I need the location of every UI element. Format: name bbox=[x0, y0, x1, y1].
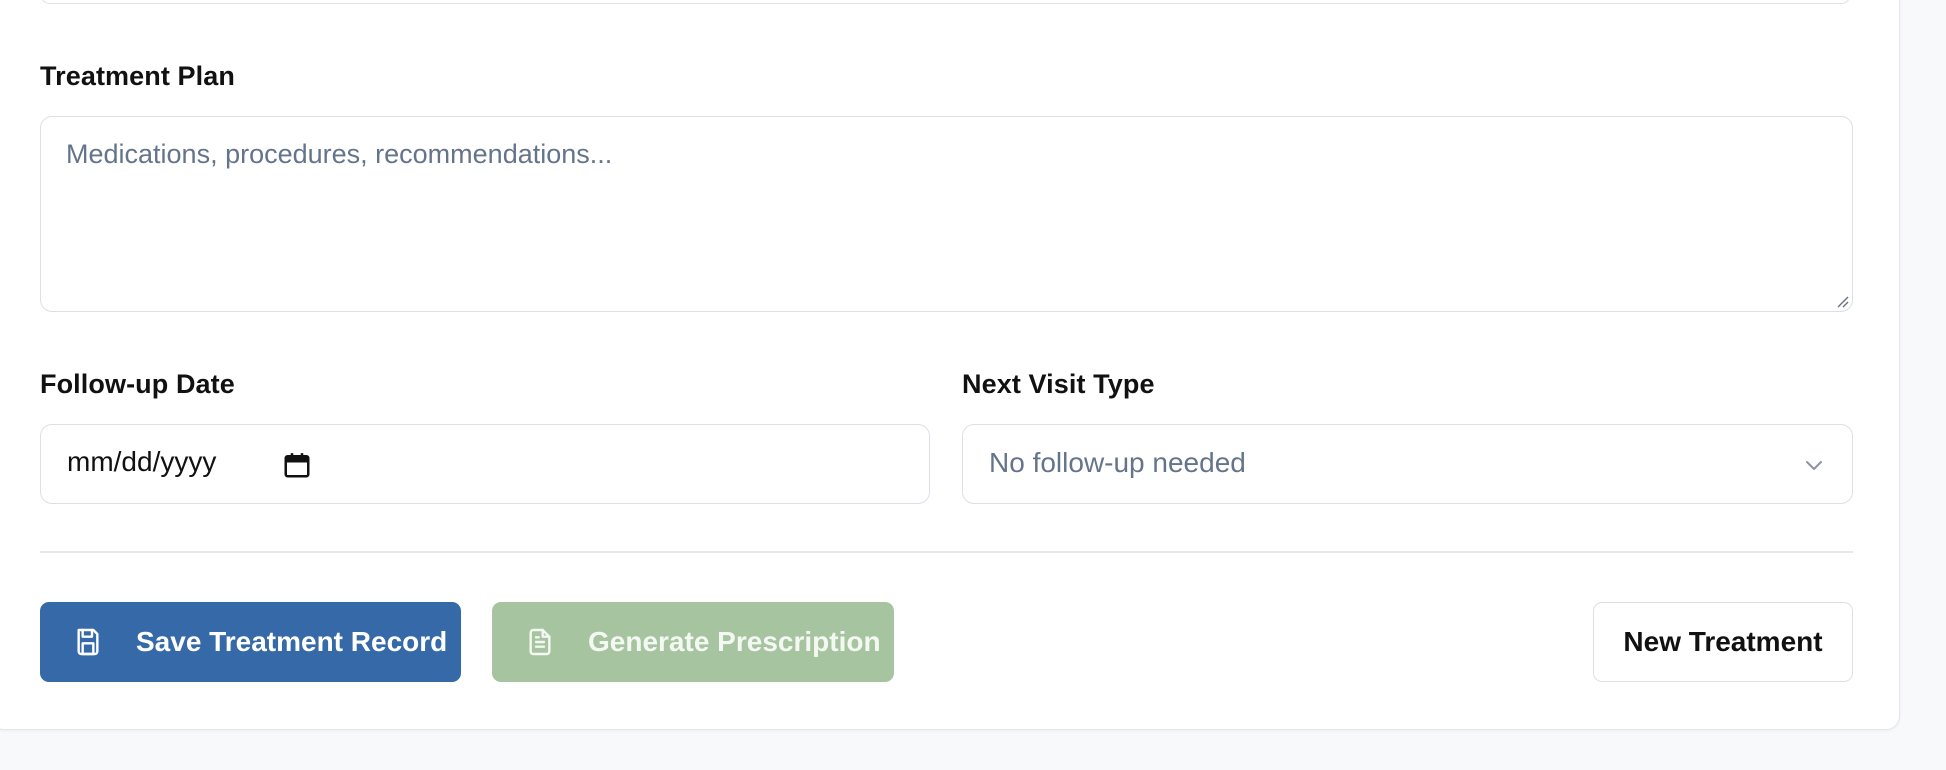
follow-up-date-value: mm/dd/yyyy bbox=[67, 446, 217, 477]
save-icon bbox=[77, 628, 99, 656]
follow-up-date-input[interactable]: mm/dd/yyyy bbox=[40, 424, 930, 504]
new-treatment-button[interactable]: New Treatment bbox=[1593, 602, 1853, 682]
generate-button-label: Generate Prescription bbox=[588, 626, 881, 657]
save-treatment-record-button[interactable]: Save Treatment Record bbox=[40, 602, 461, 682]
next-visit-type-value: No follow-up needed bbox=[989, 447, 1246, 478]
previous-field-edge bbox=[40, 0, 1851, 4]
generate-prescription-button[interactable]: Generate Prescription bbox=[492, 602, 894, 682]
chevron-down-icon bbox=[1806, 461, 1822, 470]
treatment-plan-placeholder: Medications, procedures, recommendations… bbox=[66, 139, 613, 169]
save-button-label: Save Treatment Record bbox=[136, 626, 448, 657]
next-visit-type-label: Next Visit Type bbox=[962, 369, 1155, 399]
file-text-icon bbox=[529, 628, 551, 656]
treatment-plan-textarea[interactable]: Medications, procedures, recommendations… bbox=[40, 116, 1853, 312]
follow-up-date-label: Follow-up Date bbox=[40, 369, 235, 399]
treatment-plan-label: Treatment Plan bbox=[40, 61, 235, 91]
next-visit-type-select[interactable]: No follow-up needed bbox=[962, 424, 1853, 504]
resize-handle-icon[interactable] bbox=[1835, 294, 1849, 308]
new-treatment-button-label: New Treatment bbox=[1623, 626, 1823, 657]
calendar-icon[interactable] bbox=[282, 450, 312, 480]
section-divider bbox=[40, 551, 1853, 553]
